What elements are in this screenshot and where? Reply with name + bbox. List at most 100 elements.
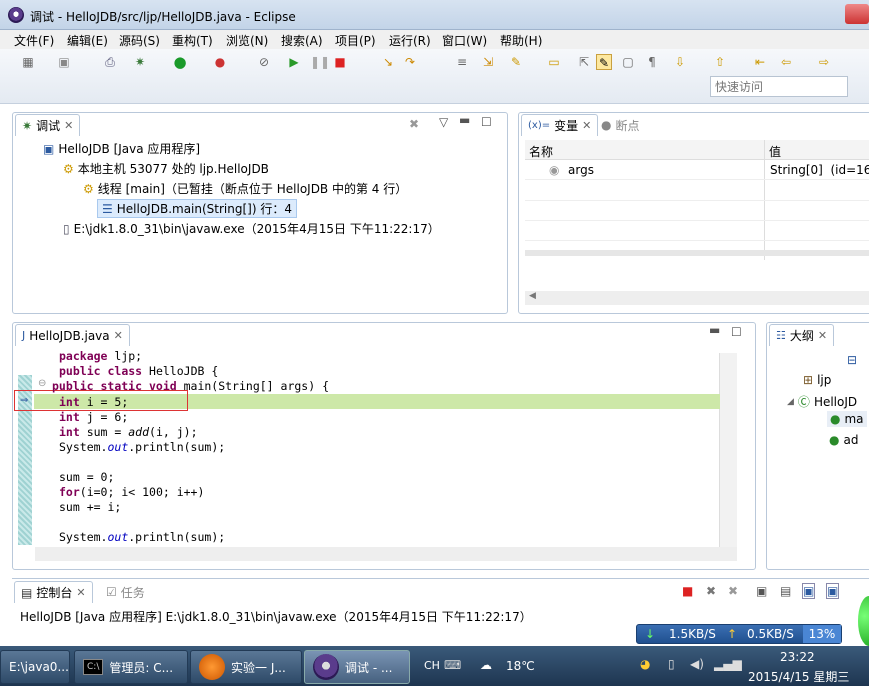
tree-item-frame[interactable]: ☰ HelloJDB.main(String[]) 行：4 [97, 199, 297, 218]
open-type-icon[interactable]: ✎ [508, 54, 524, 70]
taskbar-item[interactable]: 实验一 J... [190, 650, 302, 684]
tree-item-vm[interactable]: ⚙ 本地主机 53077 处的 ljp.HelloJDB [63, 160, 269, 177]
suspend-icon[interactable]: ❚❚ [310, 54, 330, 70]
outline-item-class[interactable]: ◢ Ⓒ HelloJD [787, 393, 857, 410]
battery-icon[interactable]: ▯ [668, 657, 675, 671]
tab-editor[interactable]: J HelloJDB.java ✕ [15, 324, 130, 346]
tab-variables[interactable]: (x)= 变量 ✕ [521, 114, 599, 136]
column-value-header[interactable]: 值 [769, 143, 781, 160]
maximize-icon[interactable]: ☐ [731, 325, 742, 339]
collapse-all-icon[interactable]: ⊟ [847, 353, 857, 367]
network-icon[interactable]: ▂▄▆ [714, 657, 742, 671]
tree-label: 线程 [main]（已暂挂（断点位于 HelloJDB 中的第 4 行） [97, 182, 408, 196]
outline-item-method[interactable]: ● ad [829, 433, 858, 447]
maximize-icon[interactable]: ☐ [481, 115, 492, 129]
taskbar-item[interactable]: E:\java0... [0, 650, 70, 684]
close-icon[interactable]: ✕ [64, 119, 73, 132]
highlight-icon[interactable]: ✎ [596, 54, 612, 70]
tab-label: 断点 [615, 118, 640, 133]
column-name-header[interactable]: 名称 [529, 143, 553, 160]
step-over-icon[interactable]: ↷ [402, 54, 418, 70]
remove-all-icon[interactable]: ✖ [728, 584, 738, 598]
forward-icon[interactable]: ⇨ [816, 54, 832, 70]
clear-console-icon[interactable]: ▣ [756, 584, 767, 598]
prev-annotation-icon[interactable]: ⇧ [712, 54, 728, 70]
vm-icon: ⚙ [63, 161, 74, 176]
taskbar-item-active[interactable]: 调试 - ... [304, 650, 410, 684]
minimize-icon[interactable]: ▬ [709, 323, 720, 337]
detail-sash[interactable] [525, 250, 869, 256]
next-annotation-icon[interactable]: ⇩ [672, 54, 688, 70]
network-monitor[interactable]: ↓ 1.5KB/S ↑ 0.5KB/S 13% [636, 624, 842, 644]
terminate-icon[interactable]: ■ [332, 54, 348, 70]
last-edit-icon[interactable]: ⇤ [752, 54, 768, 70]
step-into-icon[interactable]: ↘ [380, 54, 396, 70]
toggle-mark-icon[interactable]: ⇱ [576, 54, 592, 70]
menu-source[interactable]: 源码(S) [119, 32, 160, 49]
table-row[interactable]: ◉ args String[0] (id=16) [525, 160, 869, 180]
menu-navigate[interactable]: 浏览(N) [226, 32, 268, 49]
console-icon: ▤ [21, 585, 33, 600]
menu-edit[interactable]: 编辑(E) [67, 32, 108, 49]
drop-frame-icon[interactable]: ≡ [454, 54, 470, 70]
vertical-scrollbar[interactable] [719, 353, 737, 549]
debug-icon[interactable]: ✷ [132, 54, 148, 70]
tab-console[interactable]: ▤ 控制台 ✕ [14, 581, 93, 603]
tree-item-app[interactable]: ▣ HelloJDB [Java 应用程序] [43, 140, 200, 157]
clock-time[interactable]: 23:22 [780, 650, 815, 664]
tab-debug[interactable]: ✷ 调试 ✕ [15, 114, 81, 136]
tab-tasks[interactable]: ☑ 任务 [100, 581, 151, 603]
display-console-icon[interactable]: ▣ [826, 583, 840, 599]
horizontal-scrollbar[interactable]: ◀ [525, 291, 869, 305]
clock-date[interactable]: 2015/4/15 星期三 [748, 668, 849, 685]
new-icon[interactable]: ▦ [20, 54, 36, 70]
close-icon[interactable]: ✕ [818, 329, 827, 342]
taskbar-item[interactable]: C:\ 管理员: C... [74, 650, 188, 684]
menu-file[interactable]: 文件(F) [14, 32, 54, 49]
pin-console-icon[interactable]: ▣ [802, 583, 816, 599]
whitespace-icon[interactable]: ¶ [644, 54, 660, 70]
menu-refactor[interactable]: 重构(T) [172, 32, 213, 49]
menu-help[interactable]: 帮助(H) [500, 32, 542, 49]
outline-item-method[interactable]: ● ma [827, 411, 867, 427]
scroll-lock-icon[interactable]: ▤ [780, 584, 791, 598]
tab-outline[interactable]: ☷ 大纲 ✕ [769, 324, 835, 346]
variables-icon: (x)= [528, 120, 551, 131]
tree-item-process[interactable]: ▯ E:\jdk1.8.0_31\bin\javaw.exe（2015年4月15… [63, 220, 440, 237]
weather-temp[interactable]: 18℃ [506, 659, 535, 673]
skip-breakpoints-icon[interactable]: ⊘ [256, 54, 272, 70]
view-menu-icon[interactable]: ▽ [439, 115, 448, 129]
terminate-icon[interactable]: ■ [682, 584, 693, 598]
minimize-icon[interactable]: ▬ [459, 113, 470, 127]
resume-icon[interactable]: ▶ [286, 54, 302, 70]
fold-icon[interactable]: ⊖ [38, 378, 46, 389]
remove-terminated-icon[interactable]: ✖ [409, 117, 419, 131]
external-tools-icon[interactable]: ● [212, 54, 228, 70]
use-step-filters-icon[interactable]: ⇲ [480, 54, 496, 70]
close-icon[interactable]: ✕ [76, 586, 85, 599]
open-folder-icon[interactable]: ▭ [546, 54, 562, 70]
horizontal-scrollbar[interactable] [35, 547, 737, 561]
ime-indicator[interactable]: CH [424, 659, 440, 672]
tab-breakpoints[interactable]: ● 断点 [595, 114, 646, 136]
keyboard-icon[interactable]: ⌨ [444, 658, 461, 672]
outline-item-package[interactable]: ⊞ ljp [803, 373, 831, 387]
save-icon[interactable]: ▣ [56, 54, 72, 70]
window-controls[interactable] [845, 4, 869, 24]
menu-window[interactable]: 窗口(W) [442, 32, 487, 49]
thread-icon: ⚙ [83, 181, 94, 196]
menu-search[interactable]: 搜索(A) [281, 32, 323, 49]
menu-project[interactable]: 项目(P) [335, 32, 376, 49]
back-icon[interactable]: ⇦ [778, 54, 794, 70]
close-icon[interactable]: ✕ [582, 119, 591, 132]
menu-run[interactable]: 运行(R) [389, 32, 431, 49]
tree-item-thread[interactable]: ⚙ 线程 [main]（已暂挂（断点位于 HelloJDB 中的第 4 行） [83, 180, 407, 197]
run-icon[interactable]: ● [172, 54, 188, 70]
quick-access-input[interactable] [710, 76, 848, 97]
volume-icon[interactable]: ◀) [690, 657, 704, 671]
remove-launch-icon[interactable]: ✖ [706, 584, 716, 598]
close-icon[interactable]: ✕ [114, 329, 123, 342]
print-icon[interactable]: ⎙ [102, 54, 118, 70]
qq-icon[interactable]: ◕ [640, 657, 650, 671]
block-selection-icon[interactable]: ▢ [620, 54, 636, 70]
